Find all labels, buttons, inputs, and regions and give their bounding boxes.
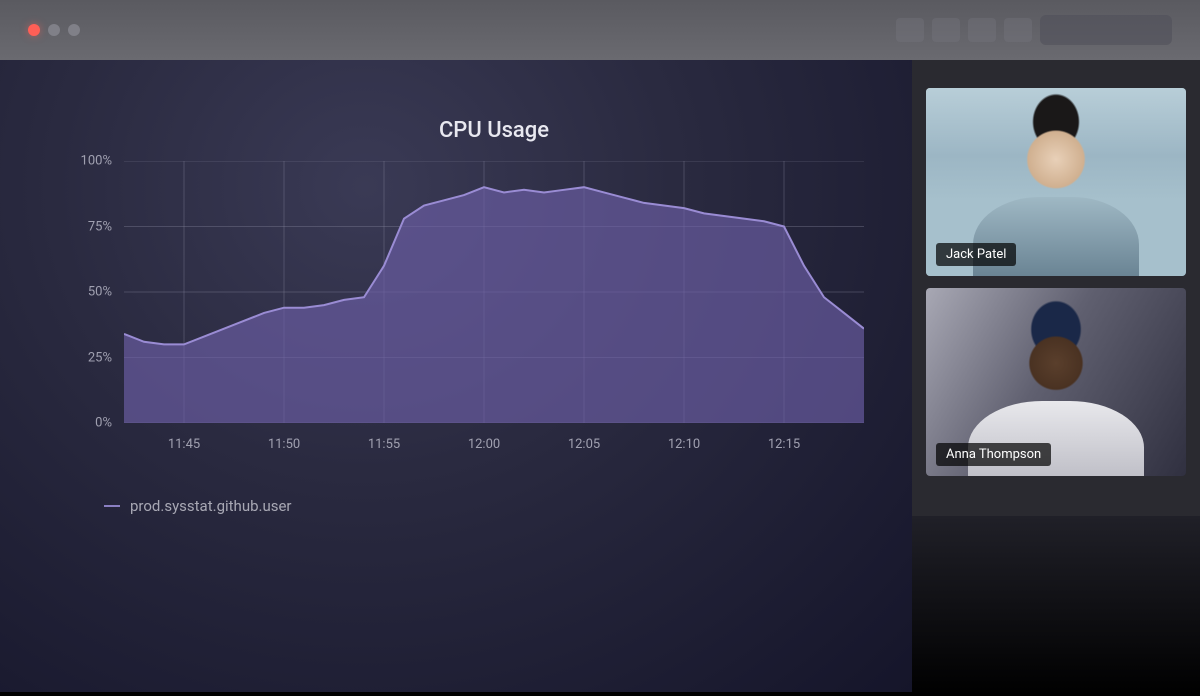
y-tick-label: 25% — [88, 350, 112, 365]
topbar-action-button[interactable] — [1004, 18, 1032, 42]
topbar-actions — [896, 15, 1172, 45]
y-axis: 100% 75% 50% 25% 0% — [48, 161, 124, 423]
participant-name-label: Jack Patel — [936, 243, 1016, 266]
legend-series-label: prod.sysstat.github.user — [130, 497, 292, 515]
chart-title: CPU Usage — [124, 118, 864, 143]
legend-swatch-icon — [104, 505, 120, 507]
topbar-action-button[interactable] — [932, 18, 960, 42]
chart-area — [124, 161, 864, 423]
close-window-button[interactable] — [28, 24, 40, 36]
minimize-window-button[interactable] — [48, 24, 60, 36]
window-titlebar — [0, 0, 1200, 60]
y-tick-label: 100% — [81, 154, 112, 169]
y-tick-label: 50% — [88, 285, 112, 300]
participant-tile[interactable]: Anna Thompson — [926, 288, 1186, 476]
participant-name-label: Anna Thompson — [936, 443, 1051, 466]
chart-body: 100% 75% 50% 25% 0% 11:45 11:50 11:55 12:00… — [48, 161, 864, 461]
participants-sidebar: Jack Patel Anna Thompson — [912, 60, 1200, 692]
topbar-overflow-button[interactable] — [1040, 15, 1172, 45]
participant-tile[interactable]: Jack Patel — [926, 88, 1186, 276]
topbar-action-button[interactable] — [968, 18, 996, 42]
maximize-window-button[interactable] — [68, 24, 80, 36]
x-tick-label: 12:15 — [768, 437, 800, 452]
x-tick-label: 11:55 — [368, 437, 400, 452]
chart-svg — [124, 161, 864, 423]
chart-legend: prod.sysstat.github.user — [104, 497, 864, 515]
window-controls — [28, 24, 80, 36]
y-tick-label: 75% — [88, 219, 112, 234]
x-tick-label: 12:00 — [468, 437, 500, 452]
x-tick-label: 11:50 — [268, 437, 300, 452]
x-axis: 11:45 11:50 11:55 12:00 12:05 12:10 12:15 — [124, 433, 864, 461]
x-tick-label: 12:10 — [668, 437, 700, 452]
topbar-action-button[interactable] — [896, 18, 924, 42]
chart-panel: CPU Usage 100% 75% 50% 25% 0% 11:45 11:50… — [0, 60, 912, 692]
x-tick-label: 12:05 — [568, 437, 600, 452]
y-tick-label: 0% — [95, 416, 112, 431]
x-tick-label: 11:45 — [168, 437, 200, 452]
